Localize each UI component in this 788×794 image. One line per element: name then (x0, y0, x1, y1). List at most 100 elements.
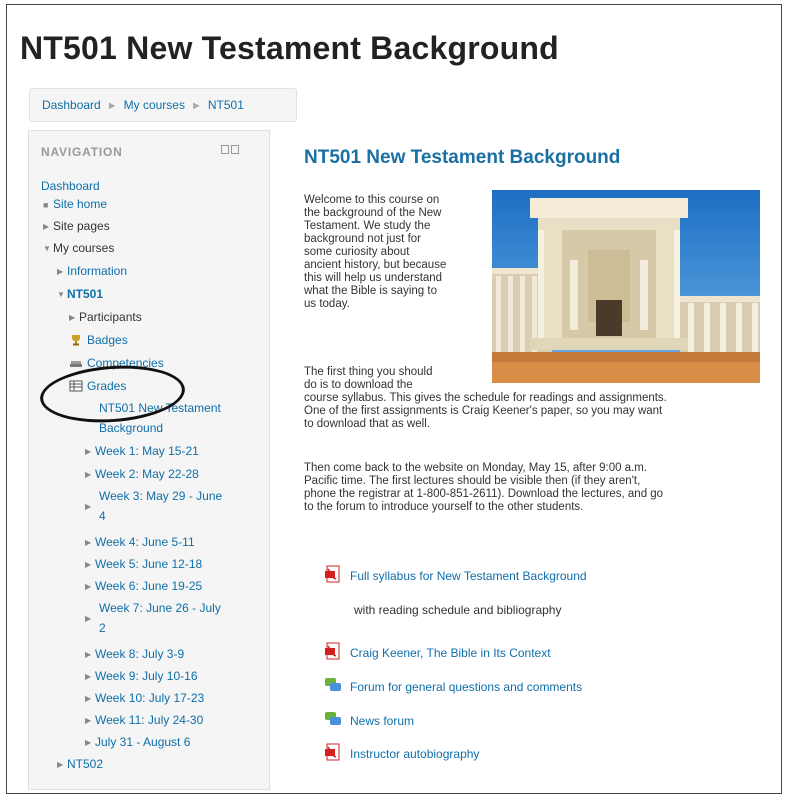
text-line: to download that as well. (304, 418, 430, 430)
nav-item-week-7[interactable]: Week 7: June 26 - July (99, 601, 221, 615)
breadcrumb: Dashboard ► My courses ► NT501 (29, 88, 297, 122)
resource-keener-paper[interactable]: Craig Keener, The Bible in Its Context (324, 642, 551, 660)
resource-link: Full syllabus for New Testament Backgrou… (350, 569, 587, 583)
expand-arrow-icon: ▶ (85, 672, 92, 681)
nav-label: Week 6: June 19-25 (95, 579, 203, 593)
nav-item-week-3[interactable]: Week 3: May 29 - June (99, 489, 222, 503)
forum-icon (325, 712, 341, 725)
resource-general-forum[interactable]: Forum for general questions and comments (324, 676, 582, 694)
nav-item-week-7-cont[interactable]: 2 (99, 621, 106, 635)
text-line: background not just for (304, 233, 421, 245)
nav-item-week-2[interactable]: ▶ Week 2: May 22-28 (85, 467, 199, 482)
nav-item-week-10[interactable]: ▶ Week 10: July 17-23 (85, 691, 204, 706)
nav-label: Grades (87, 379, 127, 393)
nav-label: Week 1: May 15-21 (95, 444, 199, 458)
grades-table-icon (69, 380, 83, 392)
text-line: what the Bible is saying to (304, 285, 437, 297)
nav-item-nt501[interactable]: ▼ NT501 (57, 287, 103, 302)
nav-item-week-3-arrow[interactable]: ▶ (85, 499, 95, 514)
text-line: some curiosity about (304, 246, 410, 258)
nav-label: Information (67, 264, 128, 278)
nav-label: Week 2: May 22-28 (95, 467, 199, 481)
dock-block-icon[interactable] (221, 145, 239, 156)
nav-item-course-section-cont[interactable]: Background (99, 421, 163, 435)
nav-item-week-6[interactable]: ▶ Week 6: June 19-25 (85, 579, 202, 594)
nav-item-week-9[interactable]: ▶ Week 9: July 10-16 (85, 669, 198, 684)
expand-arrow-icon: ▶ (85, 560, 92, 569)
text-line: Pacific time. The first lectures should … (304, 475, 641, 487)
nav-item-badges[interactable]: Badges (69, 333, 128, 347)
nav-item-week-12[interactable]: ▶ July 31 - August 6 (85, 735, 190, 750)
nav-label: My courses (53, 241, 115, 255)
intro-paragraph: Welcome to this course on the background… (304, 194, 484, 311)
temple-image (492, 190, 760, 383)
expand-arrow-icon: ▶ (43, 222, 50, 231)
expand-arrow-icon: ▶ (57, 760, 64, 769)
resource-full-syllabus[interactable]: Full syllabus for New Testament Backgrou… (324, 565, 587, 583)
text-line: One of the first assignments is Craig Ke… (304, 405, 663, 417)
nav-label: Week 8: July 3-9 (95, 647, 185, 661)
forum-icon (325, 678, 341, 691)
nav-label: Week 3: May 29 - June (99, 489, 223, 503)
breadcrumb-dashboard[interactable]: Dashboard (42, 98, 101, 112)
text-line: this will help us understand (304, 272, 443, 284)
nav-label: 4 (99, 509, 106, 523)
text-line: the background of the New (304, 207, 442, 219)
bullet-icon: ■ (43, 200, 49, 210)
nav-label: Competencies (87, 356, 164, 370)
nav-item-week-11[interactable]: ▶ Week 11: July 24-30 (85, 713, 203, 728)
text-line: Welcome to this course on (304, 194, 440, 206)
nav-item-site-pages[interactable]: ▶ Site pages (43, 219, 110, 234)
pdf-icon (325, 565, 340, 583)
nav-label: Week 10: July 17-23 (95, 691, 205, 705)
nav-item-week-8[interactable]: ▶ Week 8: July 3-9 (85, 647, 184, 662)
nav-label: Participants (79, 310, 142, 324)
expand-arrow-icon: ▶ (85, 738, 92, 747)
resource-link: News forum (350, 714, 415, 728)
nav-item-site-home[interactable]: ■ Site home (43, 197, 107, 212)
resource-link: Instructor autobiography (350, 747, 480, 761)
nav-item-nt502[interactable]: ▶ NT502 (57, 757, 103, 772)
expand-arrow-icon: ▶ (85, 650, 92, 659)
nav-label: Week 9: July 10-16 (95, 669, 198, 683)
nav-label: Background (99, 421, 164, 435)
nav-item-grades[interactable]: Grades (69, 379, 126, 393)
text-line: Then come back to the website on Monday,… (304, 462, 648, 474)
nav-item-competencies[interactable]: Competencies (69, 356, 164, 370)
nav-item-my-courses[interactable]: ▼ My courses (43, 241, 114, 256)
text-line: to the forum to introduce yourself to th… (304, 501, 584, 513)
nav-item-dashboard[interactable]: Dashboard (41, 179, 100, 193)
breadcrumb-nt501[interactable]: NT501 (208, 98, 244, 112)
expand-arrow-icon: ▶ (85, 538, 92, 547)
trophy-icon (72, 335, 80, 346)
nav-label: NT502 (67, 757, 104, 771)
text-line: The first thing you should (304, 366, 433, 378)
expand-arrow-icon: ▶ (85, 614, 92, 623)
nav-item-week-7-arrow[interactable]: ▶ (85, 611, 95, 626)
nav-item-week-5[interactable]: ▶ Week 5: June 12-18 (85, 557, 202, 572)
nav-item-week-1[interactable]: ▶ Week 1: May 15-21 (85, 444, 199, 459)
resource-link: Forum for general questions and comments (350, 680, 583, 694)
expand-arrow-icon: ▶ (57, 267, 64, 276)
text-line: Testament. We study the (304, 220, 431, 232)
text-line: phone the registrar at 1-800-851-2611). … (304, 488, 664, 500)
text-line: ancient history, but because (304, 259, 447, 271)
nav-item-course-section[interactable]: NT501 New Testament (99, 401, 221, 415)
breadcrumb-separator-icon: ► (190, 100, 202, 112)
syllabus-paragraph: The first thing you should do is to down… (304, 366, 764, 431)
resource-news-forum[interactable]: News forum (324, 710, 414, 728)
expand-arrow-icon: ▶ (85, 582, 92, 591)
nav-label: Week 4: June 5-11 (95, 535, 195, 549)
resource-instructor-autobiography[interactable]: Instructor autobiography (324, 743, 479, 761)
nav-item-information[interactable]: ▶ Information (57, 264, 127, 279)
nav-item-participants[interactable]: ▶ Participants (69, 310, 142, 325)
text-line: us today. (304, 298, 350, 310)
nav-item-week-4[interactable]: ▶ Week 4: June 5-11 (85, 535, 195, 550)
expand-arrow-icon: ▶ (85, 470, 92, 479)
nav-item-week-3-cont[interactable]: 4 (99, 509, 106, 523)
breadcrumb-separator-icon: ► (106, 100, 118, 112)
navigation-block: NAVIGATION Dashboard ■ Site home ▶ Site pa… (28, 130, 270, 790)
collapse-arrow-icon: ▼ (57, 290, 65, 299)
nav-label: Dashboard (41, 179, 100, 193)
breadcrumb-my-courses[interactable]: My courses (124, 98, 185, 112)
